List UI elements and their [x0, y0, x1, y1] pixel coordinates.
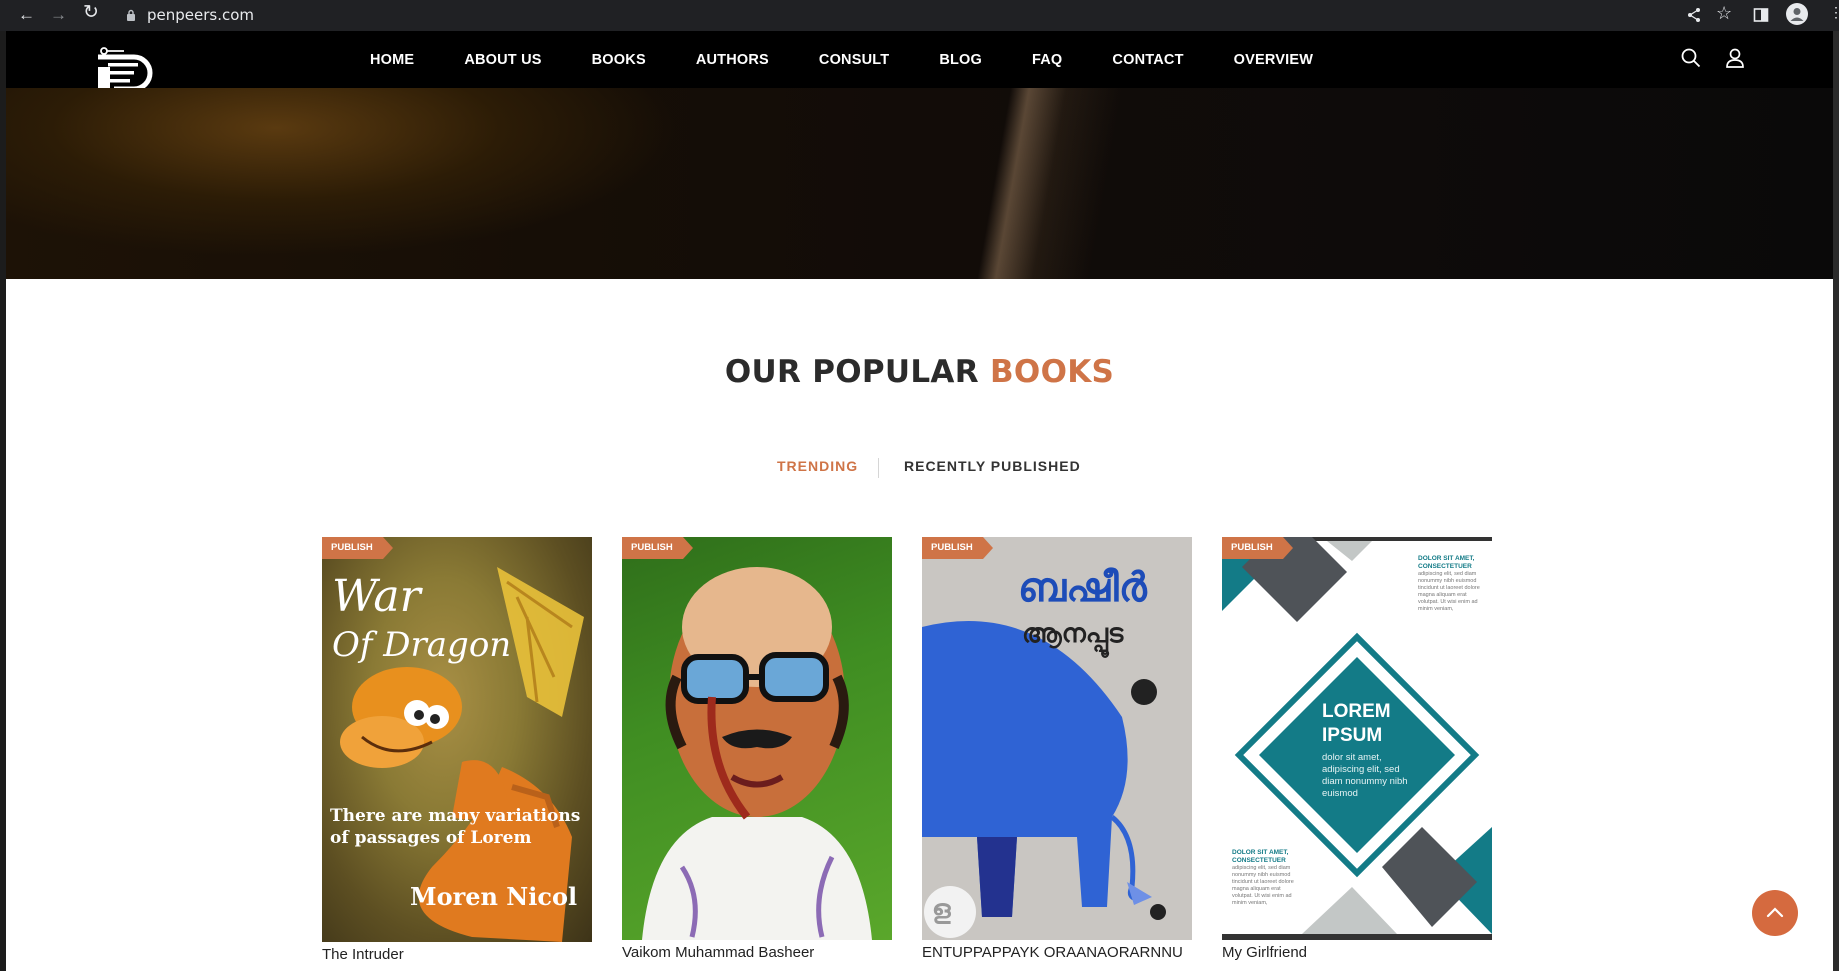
nav-home[interactable]: HOME [370, 52, 414, 68]
corner-body: adipiscing elit, sed diam nonummy nibh e… [1418, 571, 1480, 612]
forward-icon[interactable]: → [50, 4, 67, 26]
book-cover-basheer-portrait[interactable] [622, 537, 892, 940]
address-bar[interactable]: penpeers.com [147, 6, 254, 24]
bookmark-star-icon[interactable]: ☆ [1716, 3, 1732, 24]
publish-badge: PUBLISH [922, 537, 993, 559]
portrait-illustration [642, 567, 872, 940]
more-menu-icon[interactable]: ⋮ [1829, 4, 1839, 21]
section-title-accent: BOOKS [989, 354, 1115, 390]
site-header: HOME ABOUT US BOOKS AUTHORS CONSULT BLOG… [6, 31, 1833, 95]
nav-contact[interactable]: CONTACT [1112, 52, 1183, 68]
tab-recently-published[interactable]: RECENTLY PUBLISHED [904, 458, 1081, 474]
chevron-up-icon [1766, 907, 1784, 918]
book-title[interactable]: My Girlfriend [1222, 944, 1307, 961]
publish-badge: PUBLISH [1222, 537, 1293, 559]
book-title[interactable]: ENTUPPAPPAYK ORAANAORARNNU [922, 944, 1183, 961]
cover-heading-line2: IPSUM [1322, 725, 1383, 746]
cover-author: Moren Nicol [410, 882, 578, 911]
corner-title: DOLOR SIT AMET, CONSECTETUER [1232, 849, 1289, 864]
publish-badge: PUBLISH [322, 537, 393, 559]
cover-title-line1: ബഷീർ [1018, 565, 1147, 611]
reload-icon[interactable]: ↻ [83, 2, 99, 24]
tab-divider [878, 458, 879, 478]
section-title-main: OUR POPULAR [724, 354, 979, 390]
nav-blog[interactable]: BLOG [939, 52, 982, 68]
book-cover-war-of-dragon[interactable]: War Of Dragon There are many variations … [322, 537, 592, 942]
book-filter-tabs: TRENDING RECENTLY PUBLISHED [0, 458, 1839, 478]
nav-books[interactable]: BOOKS [592, 52, 646, 68]
book-title[interactable]: The Intruder [322, 946, 404, 963]
share-icon[interactable] [1686, 7, 1702, 23]
section-title: OUR POPULAR BOOKS [0, 354, 1839, 390]
tab-trending[interactable]: TRENDING [777, 458, 858, 474]
search-icon[interactable] [1680, 47, 1702, 69]
nav-about-us[interactable]: ABOUT US [464, 52, 541, 68]
browser-toolbar: ← → ↻ penpeers.com ☆ ⋮ [0, 0, 1839, 31]
publish-badge: PUBLISH [622, 537, 693, 559]
cover-corner-text-bottom: DOLOR SIT AMET, CONSECTETUER adipiscing … [1232, 849, 1302, 907]
lock-icon[interactable] [126, 9, 136, 21]
nav-overview[interactable]: OVERVIEW [1234, 52, 1314, 68]
scrollbar-track[interactable] [1833, 31, 1839, 971]
cover-heading: LOREM IPSUM [1322, 700, 1391, 748]
nav-consult[interactable]: CONSULT [819, 52, 889, 68]
nav-faq[interactable]: FAQ [1032, 52, 1062, 68]
corner-title: DOLOR SIT AMET, CONSECTETUER [1418, 555, 1475, 570]
cover-title-line2: ആനപ്പൂട [1022, 619, 1124, 649]
publisher-mark: ള [932, 895, 951, 925]
book-title[interactable]: Vaikom Muhammad Basheer [622, 944, 814, 961]
cover-corner-text-top: DOLOR SIT AMET, CONSECTETUER adipiscing … [1418, 555, 1488, 613]
cover-body-text: dolor sit amet, adipiscing elit, sed dia… [1322, 752, 1408, 799]
scroll-to-top-button[interactable] [1752, 890, 1798, 936]
corner-body: adipiscing elit, sed diam nonummy nibh e… [1232, 865, 1294, 906]
back-icon[interactable]: ← [18, 4, 35, 26]
hero-banner [6, 88, 1833, 279]
cover-heading-line1: LOREM [1322, 701, 1391, 722]
cover-title-line1: War [332, 571, 421, 622]
book-cover-basheer-anappooda[interactable]: ബഷീർ ആനപ്പൂട ള [922, 537, 1192, 940]
cover-description: There are many variations of passages of… [330, 806, 581, 848]
cover-title-line2: Of Dragon [332, 625, 512, 665]
user-account-icon[interactable] [1724, 47, 1746, 69]
side-panel-icon[interactable] [1753, 7, 1769, 23]
book-cover-lorem-ipsum[interactable]: LOREM IPSUM dolor sit amet, adipiscing e… [1222, 537, 1492, 940]
nav-authors[interactable]: AUTHORS [696, 52, 769, 68]
profile-avatar-icon[interactable] [1786, 3, 1808, 25]
main-navigation: HOME ABOUT US BOOKS AUTHORS CONSULT BLOG… [370, 31, 1313, 88]
